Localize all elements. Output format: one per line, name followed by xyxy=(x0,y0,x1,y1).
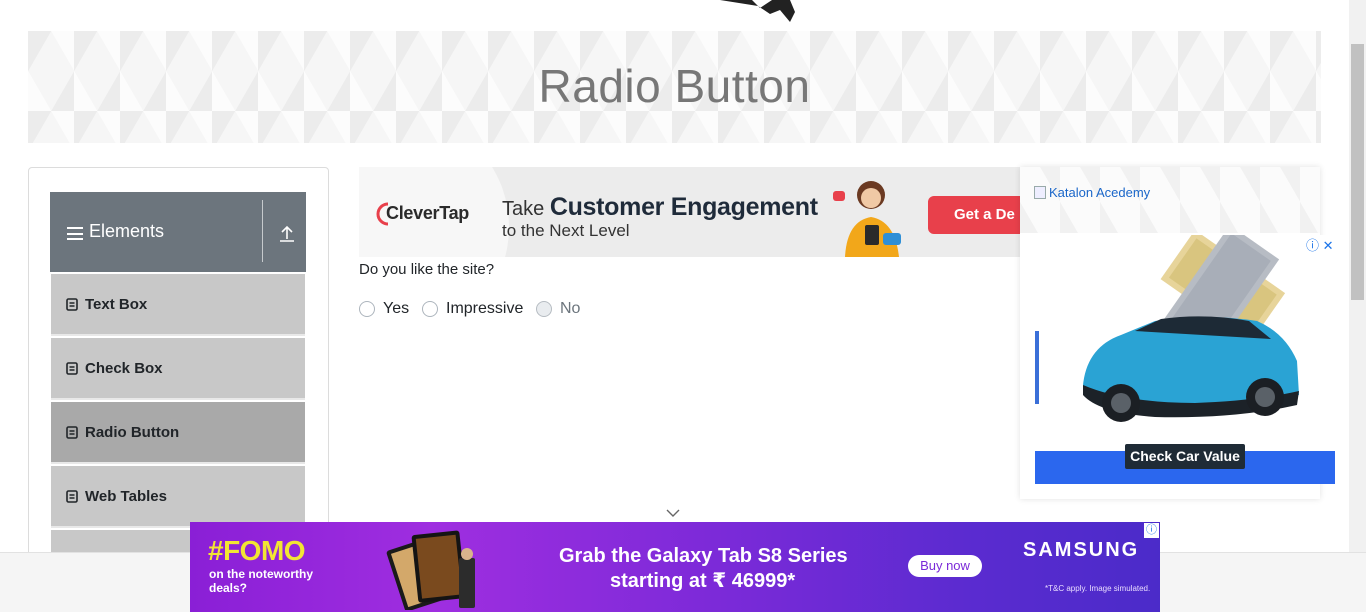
check-car-value-button[interactable]: Check Car Value xyxy=(1125,444,1245,469)
question-text: Do you like the site? xyxy=(359,261,495,278)
sidebar-item-radio-button[interactable]: Radio Button xyxy=(51,402,305,464)
clevertap-brand: CleverTap xyxy=(386,203,470,223)
adchoices-icon[interactable]: ⓘ xyxy=(1144,523,1159,538)
sidebar-item-check-box[interactable]: Check Box xyxy=(51,338,305,400)
ad-pattern-background xyxy=(1020,167,1320,233)
radio-circle[interactable] xyxy=(422,301,438,317)
samsung-ad-banner[interactable]: #FOMO on the noteworthy deals? Grab the … xyxy=(190,522,1160,612)
ad-subheadline: to the Next Level xyxy=(502,221,630,240)
ad-headline: Take Customer Engagement xyxy=(502,193,818,221)
radio-circle[interactable] xyxy=(359,301,375,317)
sidebar-group-label: Elements xyxy=(89,221,165,241)
list-icon xyxy=(66,426,78,439)
ad-close-icon[interactable]: ⓘ ✕ xyxy=(1306,235,1334,254)
list-icon xyxy=(66,490,78,503)
page: Radio Button Elements Text Box Check Box… xyxy=(0,0,1366,612)
site-logo-icon[interactable] xyxy=(700,0,795,22)
ad-fomo-headline: #FOMO xyxy=(208,535,306,566)
sidebar-item-label: Web Tables xyxy=(85,488,167,505)
sidebar: Elements Text Box Check Box Radio Button… xyxy=(28,167,329,567)
page-title: Radio Button xyxy=(538,60,811,112)
clevertap-ad-banner[interactable]: CleverTap Take Customer Engagement to th… xyxy=(359,167,1022,257)
ad-edge-strip xyxy=(1035,331,1039,404)
sidebar-item-text-box[interactable]: Text Box xyxy=(51,274,305,336)
sidebar-item-label: Radio Button xyxy=(85,424,180,441)
header-divider xyxy=(262,200,263,262)
radio-label[interactable]: Impressive xyxy=(446,300,523,318)
menu-icon xyxy=(67,227,83,240)
buy-now-button[interactable]: Buy now xyxy=(908,555,982,577)
ad-offer-line-1: Grab the Galaxy Tab S8 Series xyxy=(559,545,848,567)
chevron-down-icon[interactable] xyxy=(666,509,680,518)
sidebar-item-web-tables[interactable]: Web Tables xyxy=(51,466,305,528)
radio-label[interactable]: Yes xyxy=(383,300,409,318)
radio-label: No xyxy=(560,300,581,317)
radio-circle xyxy=(536,301,552,317)
sidebar-group-elements[interactable]: Elements xyxy=(50,192,306,272)
get-a-demo-button[interactable]: Get a De xyxy=(928,196,1022,234)
scrollbar-thumb[interactable] xyxy=(1351,44,1364,300)
broken-image-icon xyxy=(1034,186,1046,199)
collapse-up-icon[interactable] xyxy=(279,225,295,243)
katalon-ad-link[interactable]: Katalon Acedemy xyxy=(1034,185,1150,200)
car-ad-image xyxy=(1083,235,1299,422)
ad-person-image xyxy=(833,181,901,257)
page-banner: Radio Button xyxy=(28,31,1321,143)
list-icon xyxy=(66,362,78,375)
sidebar-item-label: Check Box xyxy=(85,360,163,377)
galaxy-tab-image xyxy=(386,530,475,610)
ad-offer-line-2: starting at ₹ 46999* xyxy=(610,570,796,592)
samsung-logo: SAMSUNG xyxy=(1023,539,1140,561)
list-icon xyxy=(66,298,78,311)
ad-fomo-subtext: on the noteworthy deals? xyxy=(209,567,313,595)
ad-terms: *T&C apply. Image simulated. xyxy=(1045,584,1151,593)
sidebar-item-label: Text Box xyxy=(85,296,148,313)
